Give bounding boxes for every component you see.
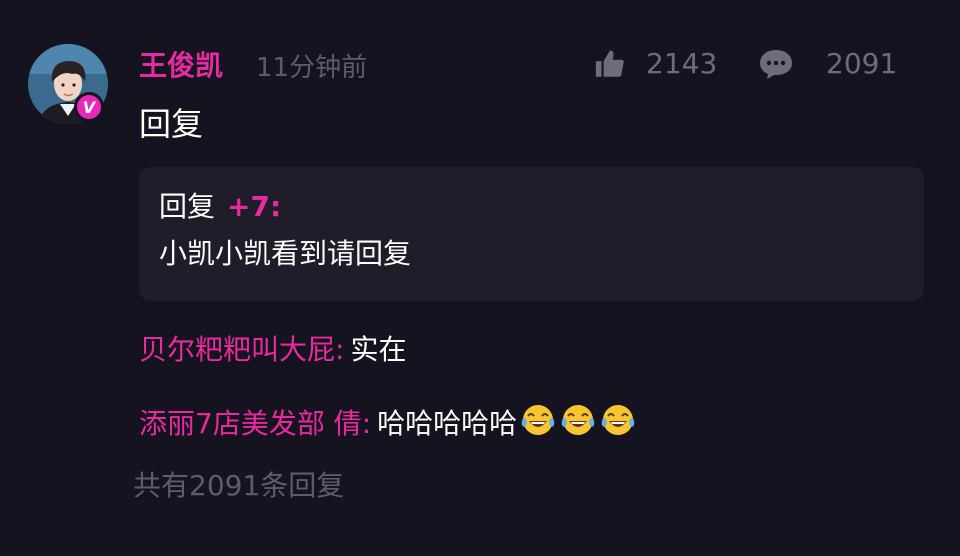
quoted-reply-header: 回复 +7: <box>159 187 281 227</box>
sub-reply-text: 哈哈哈哈哈 <box>377 407 518 440</box>
reply-count: 2091 <box>826 47 898 80</box>
sub-reply[interactable]: 添丽7店美发部 倩: 哈哈哈哈哈 <box>139 401 637 446</box>
sub-reply[interactable]: 贝尔粑粑叫大屁: 实在 <box>139 328 406 372</box>
quoted-reply-text: 小凯小凯看到请回复 <box>159 237 412 270</box>
quoted-reply-user[interactable]: +7: <box>227 190 281 223</box>
quoted-reply-prefix: 回复 <box>159 190 216 223</box>
verified-badge: V <box>74 92 104 122</box>
quoted-reply[interactable]: 回复 +7: 小凯小凯看到请回复 <box>139 167 924 301</box>
tears-of-joy-emoji <box>601 405 635 435</box>
sub-reply-username[interactable]: 添丽7店美发部 倩: <box>139 407 371 440</box>
comment-text: 回复 <box>139 105 204 143</box>
timestamp: 11分钟前 <box>256 53 368 83</box>
comment-card: V 王俊凯 11分钟前 2143 2091 回复 回复 +7: 小凯小凯看到请回复… <box>0 0 960 556</box>
like-count: 2143 <box>646 47 718 80</box>
like-button[interactable] <box>593 44 627 84</box>
sub-reply-text: 实在 <box>350 333 407 366</box>
view-all-replies-link[interactable]: 共有2091条回复 <box>133 466 344 506</box>
thumbs-up-icon <box>595 50 624 77</box>
tears-of-joy-emoji <box>521 405 555 435</box>
sub-reply-username[interactable]: 贝尔粑粑叫大屁: <box>139 333 344 366</box>
reply-button[interactable] <box>758 46 794 82</box>
username[interactable]: 王俊凯 <box>139 46 223 86</box>
tears-of-joy-emoji <box>561 405 595 435</box>
speech-bubble-icon <box>760 50 792 79</box>
